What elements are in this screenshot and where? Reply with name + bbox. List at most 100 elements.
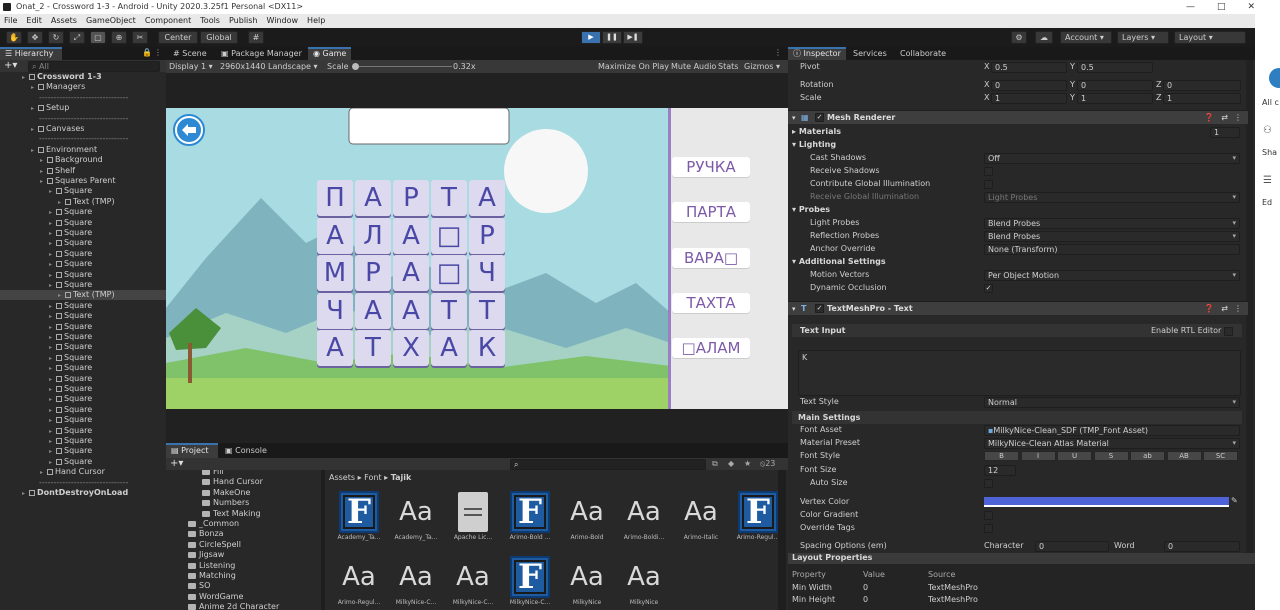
grid-letter-cell[interactable]: □ — [431, 217, 467, 254]
tab-hierarchy[interactable]: ☰ Hierarchy — [0, 47, 62, 60]
dynamic-occlusion-checkbox[interactable]: ✓ — [984, 284, 993, 293]
breadcrumb-font[interactable]: Font — [364, 473, 381, 482]
scale-tool-icon[interactable]: ⤢ — [69, 31, 85, 44]
move-tool-icon[interactable]: ✥ — [27, 31, 43, 44]
menu-item[interactable]: Publish — [229, 14, 258, 28]
resolution-dropdown[interactable]: 2960x1440 Landscape ▾ — [220, 60, 318, 73]
expand-arrow-icon[interactable]: ▸ — [40, 177, 47, 187]
hierarchy-item[interactable]: ▸ Square — [49, 446, 92, 456]
transform-tool-icon[interactable]: ⊕ — [111, 31, 127, 44]
hierarchy-item[interactable]: ▸ Square — [49, 457, 92, 467]
asset-tile[interactable]: Aa Arimo-Boldi... — [617, 490, 671, 548]
expand-arrow-icon[interactable]: ▸ — [22, 73, 29, 83]
font-style-button[interactable]: AB — [1166, 451, 1202, 461]
expand-arrow-icon[interactable]: ▸ — [31, 125, 38, 135]
hierarchy-item[interactable]: ▸ Square — [49, 384, 92, 394]
close-button[interactable]: ✕ — [1247, 0, 1255, 14]
asset-tile[interactable]: Aa MilkyNice — [617, 555, 671, 610]
eyedropper-icon[interactable]: ✎ — [1231, 496, 1238, 505]
hierarchy-item[interactable]: ▸ Square — [49, 394, 92, 404]
font-style-button[interactable]: B — [984, 451, 1019, 461]
hierarchy-item[interactable]: ▸ Background — [40, 155, 103, 165]
side-app-person-icon[interactable]: ⚇ — [1255, 125, 1280, 136]
grid-letter-cell[interactable]: А — [393, 217, 429, 254]
project-folder-item[interactable]: WordGame — [188, 592, 243, 602]
panel-menu-icon[interactable]: ⋮ — [154, 48, 162, 57]
grid-letter-cell[interactable]: А — [317, 330, 353, 366]
project-folder-item[interactable]: Bonza — [188, 529, 224, 539]
materials-count-field[interactable]: 1 — [1210, 127, 1240, 138]
hierarchy-item[interactable]: ▸ Text (TMP) — [58, 290, 115, 300]
hierarchy-search-input[interactable]: ⌕ All — [28, 61, 160, 72]
create-plus-icon[interactable]: +▾ — [4, 60, 17, 72]
asset-tile[interactable]: Aa MilkyNice-C... — [446, 555, 500, 610]
auto-size-checkbox[interactable] — [984, 479, 993, 488]
additional-settings-foldout[interactable]: ▾ Additional Settings — [792, 256, 886, 268]
hierarchy-item[interactable]: ------------------------------- — [39, 93, 129, 103]
tab-scene[interactable]: # Scene — [168, 47, 212, 60]
menu-item[interactable]: Edit — [26, 14, 42, 28]
hierarchy-item[interactable]: ▸ Squares Parent — [40, 176, 115, 186]
hierarchy-item[interactable]: ▸ DontDestroyOnLoad — [22, 488, 128, 498]
project-folder-item[interactable]: Text Making — [202, 509, 261, 519]
game-view[interactable]: П А Р Т А А Л А □ Р М Р А □ Ч Ч А А Т Т А Т Х А К РУЧКА ПАРТА ВАРА□… — [166, 108, 788, 409]
project-folder-item[interactable]: Numbers — [202, 498, 249, 508]
layout-dropdown[interactable]: Layout ▾ — [1174, 31, 1246, 44]
project-folder-item[interactable]: Jigsaw — [188, 550, 224, 560]
maximize-button[interactable]: □ — [1217, 0, 1226, 14]
mesh-renderer-header[interactable]: ▾ ▦ ✓ Mesh Renderer ❓ ⇄ ⋮ — [788, 110, 1248, 124]
scene-panel-menu-icon[interactable]: ⋮ — [774, 48, 782, 57]
menu-item[interactable]: Component — [145, 14, 191, 28]
side-app-item-all[interactable]: All c — [1262, 98, 1279, 107]
menu-item[interactable]: GameObject — [86, 14, 136, 28]
font-style-button[interactable]: ab — [1130, 451, 1165, 461]
layers-dropdown[interactable]: Layers ▾ — [1117, 31, 1169, 44]
maximize-on-play-toggle[interactable]: Maximize On Play — [598, 60, 669, 73]
grid-snap-icon[interactable]: # — [248, 31, 264, 44]
hierarchy-item[interactable]: ▸ Crossword 1-3 — [22, 72, 102, 82]
cloud-icon[interactable]: ☁ — [1035, 31, 1053, 44]
grid-letter-cell[interactable]: А — [355, 292, 391, 329]
override-tags-checkbox[interactable] — [984, 524, 993, 533]
hierarchy-item[interactable]: ▸ Text (TMP) — [58, 197, 115, 207]
lock-icon[interactable]: 🔒 — [142, 48, 152, 57]
enable-rtl-checkbox[interactable] — [1224, 327, 1233, 336]
hierarchy-item[interactable]: ▸ Square — [49, 322, 92, 332]
project-folder-item[interactable]: CircleSpell — [188, 540, 241, 550]
tab-inspector[interactable]: ⓘ Inspector — [788, 47, 846, 60]
asset-tile[interactable]: Aa MilkyNice — [560, 555, 614, 610]
project-folder-item[interactable]: Fill — [202, 470, 224, 477]
hierarchy-item[interactable]: ▸ Square — [49, 342, 92, 352]
tab-project[interactable]: ▤ Project — [166, 443, 218, 458]
minimize-button[interactable]: — — [1186, 0, 1195, 14]
tab-console[interactable]: ▣ Console — [220, 443, 272, 458]
account-dropdown[interactable]: Account ▾ — [1060, 31, 1112, 44]
word-list-item[interactable]: □АЛАМ — [672, 338, 750, 359]
tmp-menu-icon[interactable]: ⋮ — [1234, 302, 1242, 316]
hierarchy-item[interactable]: ▸ Square — [49, 426, 92, 436]
contribute-gi-checkbox[interactable] — [984, 180, 993, 189]
hierarchy-item[interactable]: ------------------------------- — [39, 478, 129, 488]
text-style-dropdown[interactable]: Normal — [984, 397, 1240, 408]
cast-shadows-dropdown[interactable]: Off — [984, 153, 1240, 164]
font-style-button[interactable]: I — [1020, 451, 1056, 461]
pause-button[interactable]: ❚❚ — [602, 31, 622, 44]
expand-arrow-icon[interactable]: ▸ — [49, 187, 56, 197]
project-folder-item[interactable]: Hand Cursor — [202, 477, 263, 487]
tmp-preset-icon[interactable]: ⇄ — [1221, 302, 1228, 316]
vertex-color-field[interactable] — [984, 497, 1229, 507]
grid-letter-cell[interactable]: А — [355, 180, 391, 216]
grid-letter-cell[interactable]: П — [317, 180, 353, 216]
display-dropdown[interactable]: Display 1 ▾ — [169, 60, 213, 73]
hierarchy-item[interactable]: ▸ Square — [49, 207, 92, 217]
grid-letter-cell[interactable]: А — [393, 292, 429, 329]
collab-icon[interactable]: ⚙ — [1011, 31, 1027, 44]
grid-letter-cell[interactable]: Ч — [469, 255, 505, 291]
word-list-item[interactable]: ПАРТА — [672, 202, 750, 223]
hierarchy-item[interactable]: ▸ Square — [49, 436, 92, 446]
receive-shadows-checkbox[interactable] — [984, 167, 993, 176]
scale-z-field[interactable]: 1 — [1163, 93, 1241, 104]
asset-tile[interactable]: F Arimo-Bold ... — [503, 490, 557, 548]
probes-foldout[interactable]: ▾ Probes — [792, 204, 830, 216]
asset-tile[interactable]: Aa Arimo-Italic — [674, 490, 728, 548]
